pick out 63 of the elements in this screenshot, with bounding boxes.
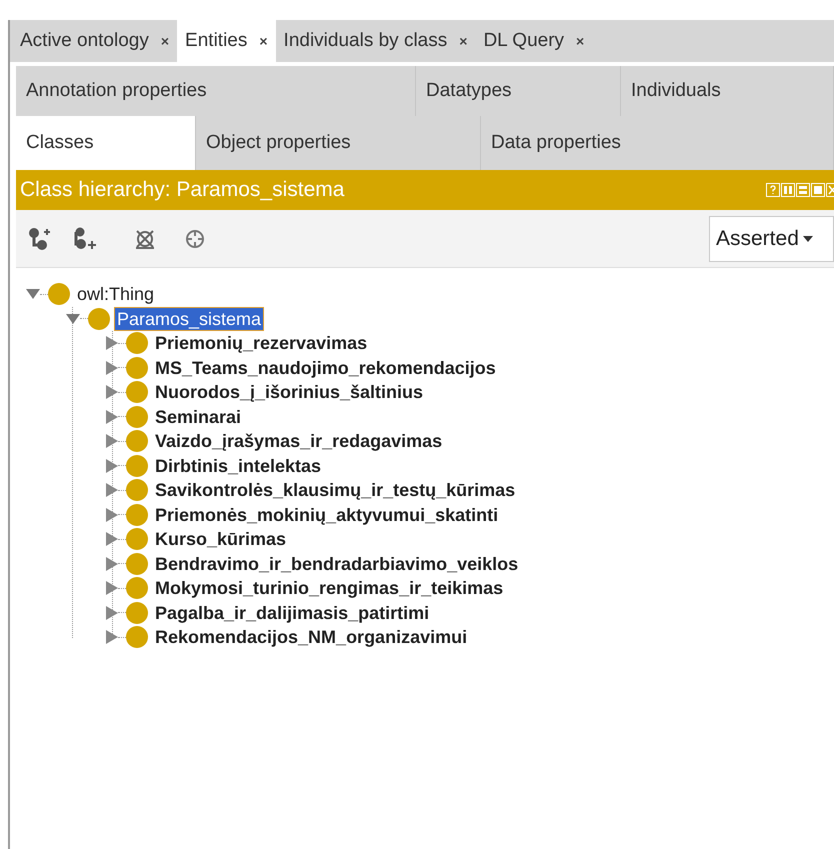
collapsed-arrow-icon[interactable] (106, 556, 118, 571)
class-label[interactable]: Seminarai (152, 404, 244, 429)
class-icon (126, 406, 148, 428)
view-dropdown[interactable]: Asserted (709, 216, 834, 262)
dropdown-arrow-icon (802, 236, 813, 242)
close-tab-button[interactable]: × (160, 30, 170, 52)
class-label[interactable]: Priemonių_rezervavimas (152, 331, 370, 356)
close-tab-button[interactable]: × (459, 30, 468, 52)
collapsed-arrow-icon[interactable] (106, 434, 118, 448)
collapsed-arrow-icon[interactable] (106, 606, 118, 620)
class-label[interactable]: Priemonės_mokinių_aktyvumui_skatinti (152, 502, 502, 527)
collapsed-arrow-icon[interactable] (106, 360, 118, 375)
collapsed-arrow-icon[interactable] (106, 336, 118, 350)
close-tab-button[interactable]: × (576, 30, 584, 52)
panel-title: Class hierarchy: Paramos_sistema (20, 177, 344, 204)
crossed-circle-icon[interactable] (134, 228, 156, 250)
class-label[interactable]: Paramos_sistema (114, 306, 264, 331)
class-icon (126, 504, 148, 526)
rows-icon[interactable] (796, 183, 810, 197)
help-icon[interactable] (766, 183, 780, 197)
class-label[interactable]: Mokymosi_turinio_rengimas_ir_teikimas (152, 576, 506, 600)
maximize-icon[interactable] (811, 183, 825, 197)
close-icon[interactable] (826, 183, 834, 197)
class-label[interactable]: Vaizdo_įrašymas_ir_redagavimas (152, 429, 446, 454)
class-icon (126, 626, 148, 648)
class-label[interactable]: owl:Thing (74, 282, 158, 306)
expanded-arrow-icon[interactable] (66, 314, 80, 324)
collapsed-arrow-icon[interactable] (106, 532, 118, 546)
class-icon (126, 479, 148, 502)
class-label[interactable]: Bendravimo_ir_bendradarbiavimo_veiklos (152, 552, 522, 576)
entity-tab[interactable]: Classes (16, 116, 196, 170)
node-plus-icon[interactable] (28, 226, 52, 250)
collapsed-arrow-icon[interactable] (106, 581, 118, 596)
class-label[interactable]: Dirbtinis_intelektas (152, 454, 324, 478)
class-icon (126, 528, 148, 550)
class-icon (126, 577, 148, 600)
node-plus-icon[interactable] (72, 226, 98, 250)
close-tab-button[interactable]: × (259, 30, 268, 52)
class-label[interactable]: Savikontrolės_klausimų_ir_testų_kūrimas (152, 478, 518, 502)
class-icon (126, 602, 148, 624)
class-icon (126, 332, 148, 354)
class-icon (48, 283, 70, 306)
class-icon (88, 308, 110, 330)
collapsed-arrow-icon[interactable] (106, 458, 118, 473)
class-label[interactable]: Rekomendacijos_NM_organizavimui (152, 625, 470, 650)
class-icon (126, 552, 148, 575)
crosshair-icon[interactable] (184, 228, 206, 250)
class-label[interactable]: MS_Teams_naudojimo_rekomendacijos (152, 356, 499, 380)
class-icon (126, 454, 148, 477)
collapsed-arrow-icon[interactable] (106, 410, 118, 424)
class-label[interactable]: Pagalba_ir_dalijimasis_patirtimi (152, 600, 432, 625)
class-icon (126, 381, 148, 404)
tab[interactable]: Entities × (177, 20, 276, 62)
class-label[interactable]: Nuorodos_į_išorinius_šaltinius (152, 380, 426, 404)
expanded-arrow-icon[interactable] (26, 289, 40, 300)
class-label[interactable]: Kurso_kūrimas (152, 527, 290, 552)
collapsed-arrow-icon[interactable] (106, 630, 118, 644)
class-icon (126, 430, 148, 452)
collapsed-arrow-icon[interactable] (106, 385, 118, 400)
columns-icon[interactable] (781, 183, 795, 197)
class-icon (126, 356, 148, 379)
collapsed-arrow-icon[interactable] (106, 508, 118, 522)
collapsed-arrow-icon[interactable] (106, 483, 118, 498)
